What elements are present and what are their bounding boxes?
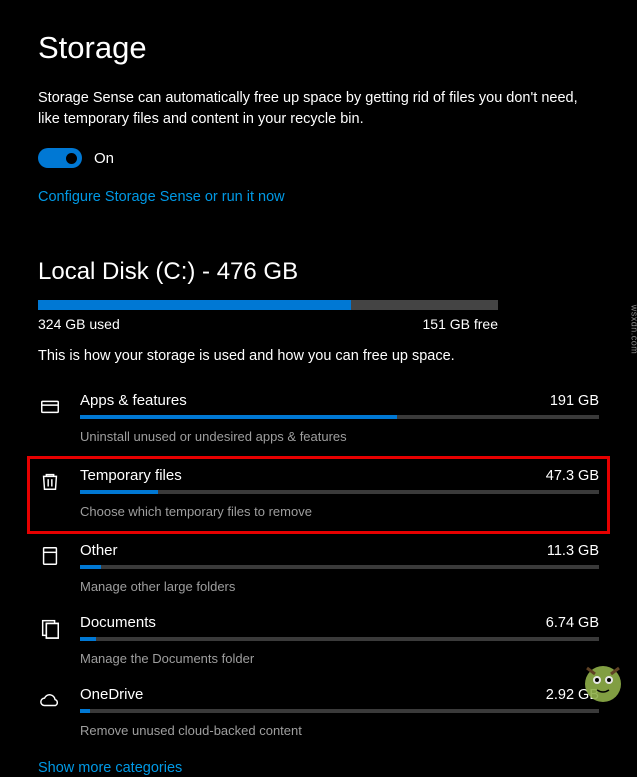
disk-section: Local Disk (C:) - 476 GB 324 GB used 151…: [38, 258, 599, 777]
category-bar: [80, 565, 599, 569]
category-header: OneDrive2.92 GB: [80, 686, 599, 703]
disk-used-label: 324 GB used: [38, 316, 120, 332]
category-name: Documents: [80, 614, 156, 631]
category-bar-fill: [80, 565, 101, 569]
category-body: Apps & features 191 GB Uninstall unused or…: [80, 392, 599, 444]
documents-icon: [38, 616, 62, 640]
trash-icon: [38, 469, 62, 493]
cloud-icon: [38, 688, 62, 712]
category-body: OneDrive2.92 GB Remove unused cloud-backe…: [80, 686, 599, 738]
apps-icon: [38, 394, 62, 418]
category-bar: [80, 709, 599, 713]
disk-usage-bar: [38, 300, 498, 310]
disk-free-label: 151 GB free: [423, 316, 499, 332]
configure-storage-sense-link[interactable]: Configure Storage Sense or run it now: [38, 189, 285, 205]
category-name: Apps & features: [80, 392, 187, 409]
page-title: Storage: [38, 30, 599, 66]
watermark-text: wsxdn.com: [630, 305, 637, 355]
category-bar-fill: [80, 709, 90, 713]
category-header: Other 11.3 GB: [80, 542, 599, 559]
usage-description: This is how your storage is used and how…: [38, 348, 599, 364]
category-name: Other: [80, 542, 118, 559]
category-size: 6.74 GB: [546, 615, 599, 631]
other-icon: [38, 544, 62, 568]
category-size: 47.3 GB: [546, 468, 599, 484]
category-bar: [80, 490, 599, 494]
category-temporary-files[interactable]: Temporary files 47.3 GB Choose which tempo…: [27, 456, 610, 534]
category-body: Documents 6.74 GB Manage the Documents fol…: [80, 614, 599, 666]
category-bar-fill: [80, 637, 96, 641]
category-body: Temporary files 47.3 GB Choose which tempo…: [80, 467, 599, 519]
category-apps-features[interactable]: Apps & features 191 GB Uninstall unused or…: [38, 384, 599, 456]
watermark-icon: [579, 660, 627, 708]
category-other[interactable]: Other 11.3 GB Manage other large folders: [38, 534, 599, 606]
category-header: Temporary files 47.3 GB: [80, 467, 599, 484]
category-subtitle: Remove unused cloud-backed content: [80, 723, 599, 738]
category-list: Apps & features 191 GB Uninstall unused or…: [38, 384, 599, 750]
storage-sense-description: Storage Sense can automatically free up …: [38, 88, 599, 130]
disk-bar-fill: [38, 300, 351, 310]
category-size: 11.3 GB: [547, 543, 599, 559]
category-subtitle: Manage other large folders: [80, 579, 599, 594]
category-name: OneDrive: [80, 686, 143, 703]
category-header: Apps & features 191 GB: [80, 392, 599, 409]
disk-labels: 324 GB used 151 GB free: [38, 316, 498, 332]
category-onedrive[interactable]: OneDrive2.92 GB Remove unused cloud-backe…: [38, 678, 599, 750]
category-subtitle: Uninstall unused or undesired apps & fea…: [80, 429, 599, 444]
category-size: 191 GB: [550, 393, 599, 409]
show-more-categories-link[interactable]: Show more categories: [38, 760, 182, 776]
disk-title: Local Disk (C:) - 476 GB: [38, 258, 599, 286]
category-bar-fill: [80, 415, 397, 419]
category-documents[interactable]: Documents 6.74 GB Manage the Documents fol…: [38, 606, 599, 678]
category-bar: [80, 415, 599, 419]
category-subtitle: Manage the Documents folder: [80, 651, 599, 666]
storage-sense-toggle-row: On: [38, 148, 599, 168]
category-header: Documents 6.74 GB: [80, 614, 599, 631]
category-name: Temporary files: [80, 467, 182, 484]
storage-sense-toggle[interactable]: [38, 148, 82, 168]
category-bar-fill: [80, 490, 158, 494]
toggle-state-label: On: [94, 150, 114, 167]
category-subtitle: Choose which temporary files to remove: [80, 504, 599, 519]
category-bar: [80, 637, 599, 641]
category-body: Other 11.3 GB Manage other large folders: [80, 542, 599, 594]
